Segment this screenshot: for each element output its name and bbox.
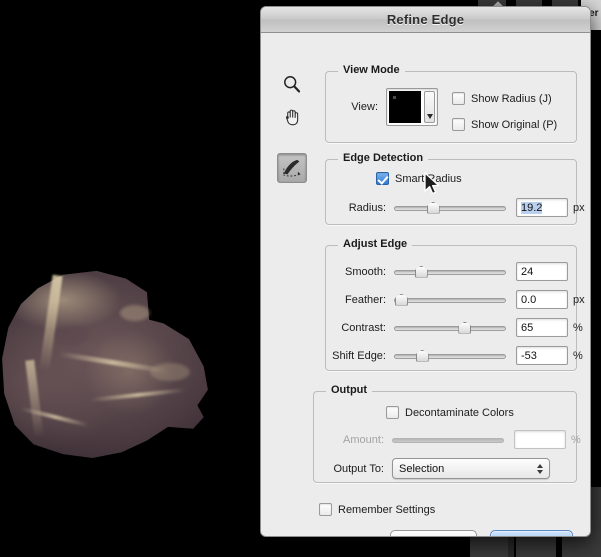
stepper-arrows-icon [537, 464, 543, 474]
amount-slider [392, 433, 504, 447]
feather-value: 0.0 [521, 294, 536, 306]
contrast-field[interactable]: 65 [516, 318, 568, 337]
dialog-title: Refine Edge [387, 12, 464, 27]
rock-speck-2 [150, 363, 190, 381]
remember-settings-row[interactable]: Remember Settings [319, 503, 435, 516]
shift-edge-field[interactable]: -53 [516, 346, 568, 365]
photoshop-screen: ber Refine Edge [0, 0, 601, 557]
output-group: Output Decontaminate Colors Amount: % [313, 391, 577, 483]
dialog-body: View Mode View: Show Radius (J) Show Ori… [261, 33, 590, 537]
refine-edge-dialog: Refine Edge [260, 6, 591, 537]
amount-row: Amount: % [324, 430, 581, 449]
view-mode-title: View Mode [338, 64, 405, 76]
radius-slider[interactable] [394, 201, 506, 215]
shift-edge-label: Shift Edge: [326, 350, 386, 362]
rock-speck-1 [120, 305, 150, 321]
contrast-label: Contrast: [332, 322, 386, 334]
smooth-value: 24 [521, 266, 533, 278]
shift-edge-slider-track[interactable] [394, 354, 506, 359]
feather-slider-track[interactable] [394, 298, 506, 303]
smooth-slider-thumb[interactable] [415, 266, 428, 278]
remember-settings-checkbox[interactable] [319, 503, 332, 516]
zoom-tool[interactable] [277, 69, 307, 99]
show-radius-row[interactable]: Show Radius (J) [452, 92, 552, 105]
smart-radius-label: Smart Radius [395, 173, 462, 185]
output-title: Output [326, 384, 372, 396]
show-original-row[interactable]: Show Original (P) [452, 118, 557, 131]
adjust-edge-group: Adjust Edge Smooth: 24 Feather: [325, 245, 577, 371]
tool-column [277, 69, 313, 185]
edge-detection-group: Edge Detection Smart Radius Radius: 19.2… [325, 159, 577, 225]
contrast-slider-thumb[interactable] [458, 322, 471, 334]
chevron-down-icon [427, 114, 433, 119]
shift-edge-unit: % [573, 350, 583, 362]
contrast-value: 65 [521, 322, 533, 334]
hand-icon [282, 106, 303, 127]
feather-row: Feather: 0.0 px [332, 290, 585, 309]
cancel-button-label: Cancel [415, 536, 452, 537]
feather-slider-thumb[interactable] [395, 294, 408, 306]
output-to-select[interactable]: Selection [392, 458, 550, 479]
radius-field[interactable]: 19.2 [516, 198, 568, 217]
decontaminate-colors-checkbox[interactable] [386, 406, 399, 419]
view-mode-group: View Mode View: Show Radius (J) Show Ori… [325, 71, 577, 143]
show-radius-label: Show Radius (J) [471, 93, 552, 105]
radius-value: 19.2 [521, 202, 542, 214]
refine-radius-brush-tool[interactable] [277, 153, 307, 183]
view-row: View: [336, 88, 438, 126]
view-mode-thumbnail[interactable] [386, 88, 438, 126]
output-to-value: Selection [399, 463, 444, 475]
decontaminate-row[interactable]: Decontaminate Colors [386, 406, 514, 419]
shift-edge-slider-thumb[interactable] [416, 350, 429, 362]
output-to-row: Output To: Selection [324, 458, 566, 479]
amount-field [514, 430, 566, 449]
remember-settings-label: Remember Settings [338, 504, 435, 516]
hand-tool[interactable] [277, 101, 307, 131]
smart-radius-row[interactable]: Smart Radius [376, 172, 462, 185]
shift-edge-value: -53 [521, 350, 537, 362]
contrast-slider-track[interactable] [394, 326, 506, 331]
radius-label: Radius: [332, 202, 386, 214]
output-to-label: Output To: [324, 463, 384, 475]
smooth-slider-track[interactable] [394, 270, 506, 275]
smooth-field[interactable]: 24 [516, 262, 568, 281]
contrast-unit: % [573, 322, 583, 334]
refine-brush-icon [281, 158, 303, 178]
edge-detection-title: Edge Detection [338, 152, 428, 164]
feather-label: Feather: [332, 294, 386, 306]
cancel-button[interactable]: Cancel [390, 530, 477, 537]
smooth-row: Smooth: 24 [332, 262, 573, 281]
radius-unit: px [573, 202, 585, 214]
smooth-label: Smooth: [332, 266, 386, 278]
rock-speck-3 [55, 325, 89, 345]
radius-slider-thumb[interactable] [427, 202, 440, 214]
ok-button-label: OK [523, 536, 540, 537]
shift-edge-slider[interactable] [394, 349, 506, 363]
shift-edge-row: Shift Edge: -53 % [326, 346, 583, 365]
adjust-edge-title: Adjust Edge [338, 238, 412, 250]
radius-row: Radius: 19.2 px [332, 198, 585, 217]
dialog-titlebar[interactable]: Refine Edge [261, 7, 590, 33]
amount-unit: % [571, 434, 581, 446]
amount-label: Amount: [324, 434, 384, 446]
smooth-slider[interactable] [394, 265, 506, 279]
view-mode-dropdown-button[interactable] [424, 91, 435, 123]
contrast-slider[interactable] [394, 321, 506, 335]
rock-image [0, 265, 210, 460]
feather-unit: px [573, 294, 585, 306]
show-radius-checkbox[interactable] [452, 92, 465, 105]
contrast-row: Contrast: 65 % [332, 318, 583, 337]
feather-field[interactable]: 0.0 [516, 290, 568, 309]
view-mode-swatch [389, 91, 421, 123]
amount-slider-track [392, 438, 504, 443]
magnifier-icon [282, 74, 302, 94]
decontaminate-colors-label: Decontaminate Colors [405, 407, 514, 419]
show-original-checkbox[interactable] [452, 118, 465, 131]
feather-slider[interactable] [394, 293, 506, 307]
radius-slider-track[interactable] [394, 206, 506, 211]
ok-button[interactable]: OK [490, 530, 573, 537]
view-label: View: [336, 101, 378, 113]
show-original-label: Show Original (P) [471, 119, 557, 131]
smart-radius-checkbox[interactable] [376, 172, 389, 185]
